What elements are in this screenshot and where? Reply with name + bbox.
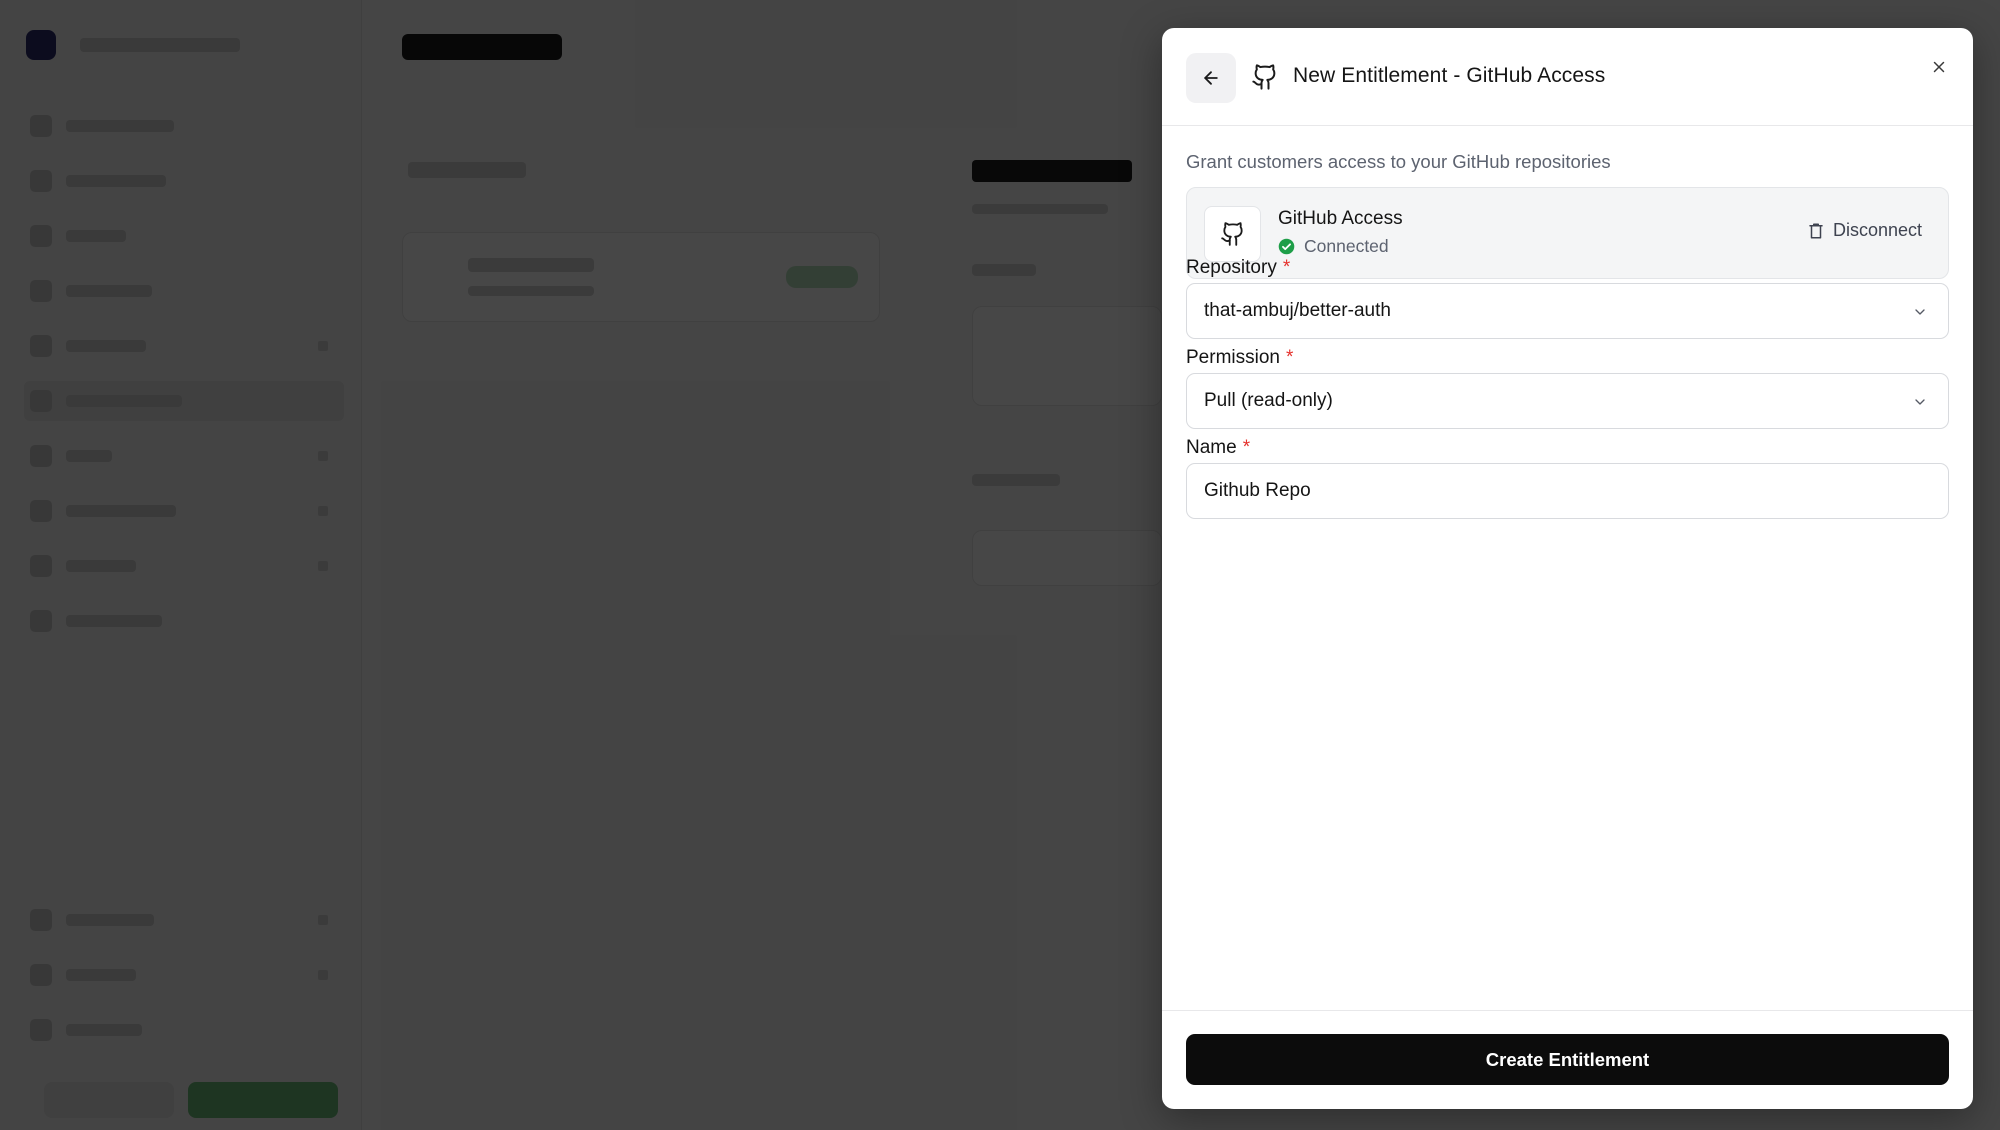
repository-select-value: that-ambuj/better-auth	[1204, 300, 1391, 321]
back-button[interactable]	[1186, 53, 1236, 103]
disconnect-label: Disconnect	[1832, 220, 1922, 240]
permission-select-value: Pull (read-only)	[1204, 390, 1333, 411]
dialog-title: New Entitlement - GitHub Access	[1293, 64, 1606, 87]
repository-label-text: Repository	[1186, 257, 1277, 278]
create-entitlement-button[interactable]: Create Entitlement	[1186, 1034, 1949, 1085]
chevron-down-icon	[1912, 394, 1928, 410]
github-icon	[1220, 221, 1246, 247]
connection-name: GitHub Access	[1278, 208, 1403, 229]
required-mark: *	[1282, 257, 1291, 278]
trash-icon	[1807, 221, 1825, 241]
new-entitlement-dialog: New Entitlement - GitHub Access Grant cu…	[1162, 28, 1973, 1109]
dialog-header: New Entitlement - GitHub Access	[1162, 28, 1973, 126]
required-mark: *	[1242, 437, 1251, 458]
name-input[interactable]	[1186, 463, 1949, 519]
check-circle-icon	[1278, 238, 1295, 255]
arrow-left-icon	[1201, 68, 1221, 88]
repository-label: Repository *	[1186, 257, 1290, 279]
dialog-subtitle: Grant customers access to your GitHub re…	[1186, 151, 1611, 172]
connection-icon-box	[1204, 206, 1261, 262]
disconnect-button[interactable]: Disconnect	[1807, 220, 1922, 241]
name-label: Name *	[1186, 437, 1250, 459]
close-icon	[1930, 58, 1948, 76]
required-mark: *	[1285, 347, 1294, 368]
github-connection-card: GitHub Access Connected Disconnect	[1186, 187, 1949, 279]
permission-select[interactable]: Pull (read-only)	[1186, 373, 1949, 429]
permission-label-text: Permission	[1186, 347, 1280, 368]
github-icon	[1250, 62, 1280, 92]
connection-status-text: Connected	[1304, 236, 1389, 256]
repository-select[interactable]: that-ambuj/better-auth	[1186, 283, 1949, 339]
name-label-text: Name	[1186, 437, 1237, 458]
connection-status: Connected	[1278, 236, 1389, 257]
chevron-down-icon	[1912, 304, 1928, 320]
dialog-footer: Create Entitlement	[1162, 1010, 1973, 1109]
permission-label: Permission *	[1186, 347, 1293, 369]
close-button[interactable]	[1923, 51, 1955, 83]
